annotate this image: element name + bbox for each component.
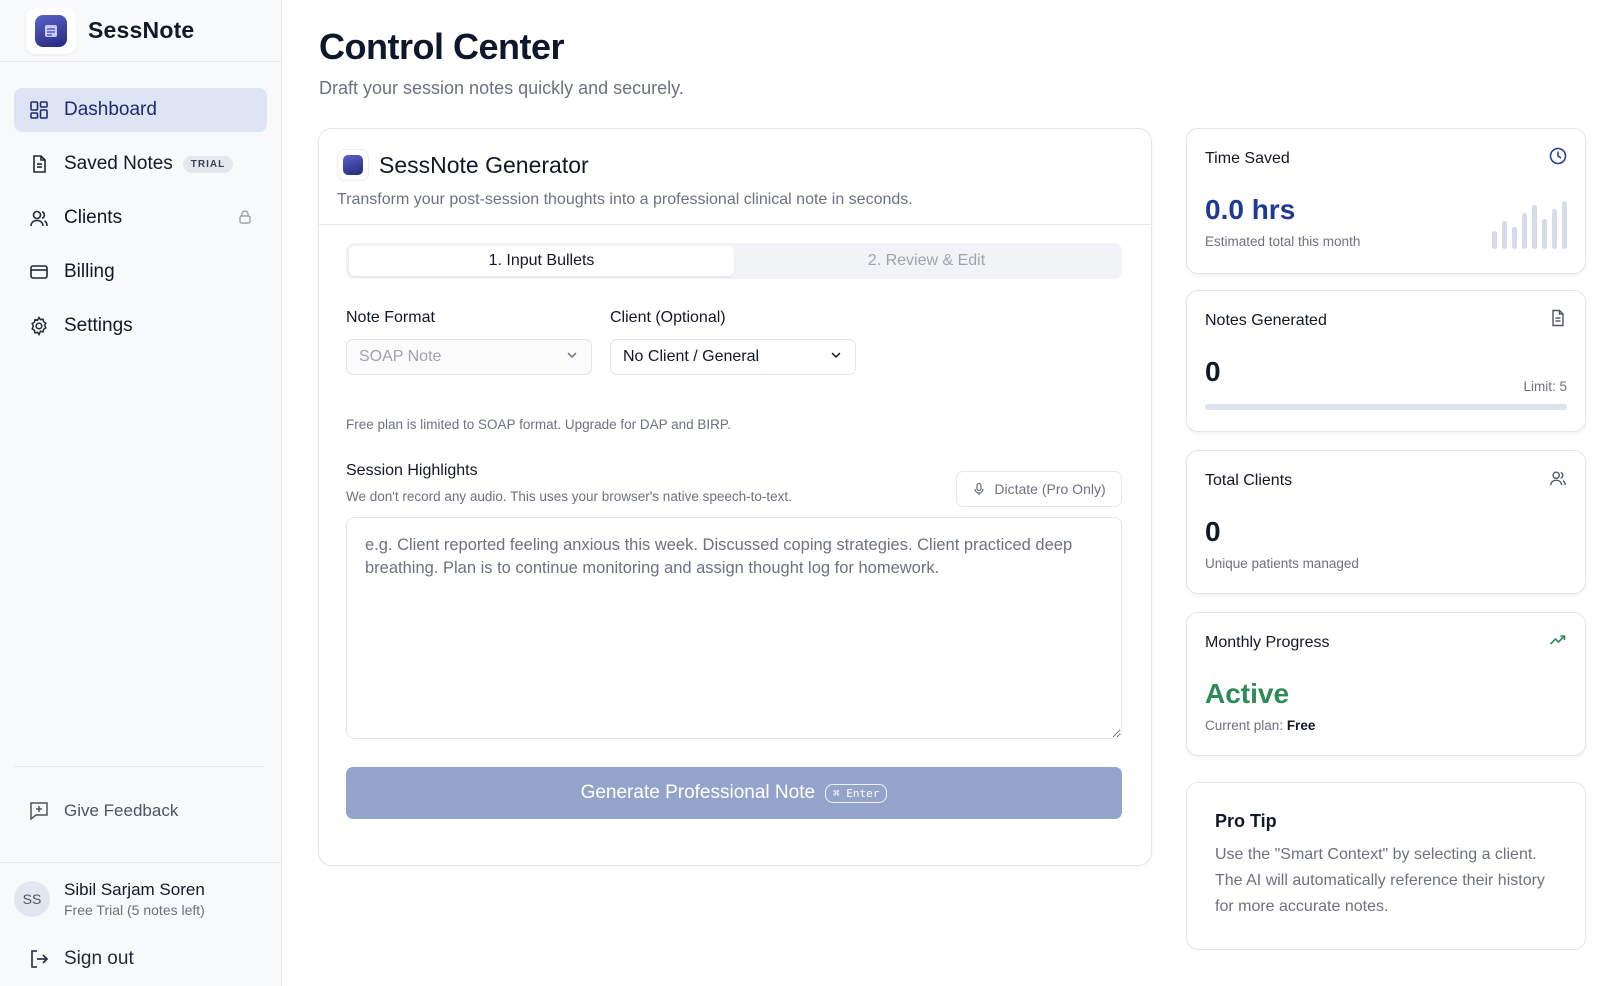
document-icon [1549, 309, 1567, 332]
note-format-value: SOAP Note [359, 348, 442, 365]
brand[interactable]: SessNote [0, 0, 281, 62]
trending-up-icon [1549, 631, 1567, 654]
total-clients-value: 0 [1205, 516, 1221, 547]
sidebar-item-settings[interactable]: Settings [14, 304, 267, 348]
pro-tip-card: Pro Tip Use the "Smart Context" by selec… [1186, 782, 1586, 950]
sidebar-item-label: Billing [64, 261, 115, 282]
monthly-progress-card: Monthly Progress Active Current plan: Fr… [1186, 612, 1586, 756]
generator-logo-icon [337, 149, 369, 181]
gear-icon [28, 315, 50, 337]
user-profile[interactable]: SS Sibil Sarjam Soren Free Trial (5 note… [14, 880, 205, 918]
sign-out-label: Sign out [64, 948, 134, 969]
notes-generated-title: Notes Generated [1205, 311, 1327, 329]
generate-label: Generate Professional Note [580, 782, 816, 803]
plan-prefix: Current plan: [1205, 718, 1284, 733]
sidebar-item-label: Settings [64, 315, 133, 336]
note-format-label: Note Format [346, 309, 435, 326]
generate-note-button[interactable]: Generate Professional Note ⌘ Enter [346, 767, 1122, 819]
user-plan: Free Trial (5 notes left) [64, 902, 205, 918]
sidebar-item-label: Clients [64, 207, 123, 228]
user-name: Sibil Sarjam Soren [64, 880, 205, 899]
session-highlights-hint: We don't record any audio. This uses you… [346, 489, 792, 504]
lock-icon [237, 209, 253, 230]
monthly-progress-title: Monthly Progress [1205, 633, 1330, 651]
app-logo-icon [26, 7, 76, 54]
note-format-select[interactable]: SOAP Note [346, 339, 592, 375]
sidebar-item-clients[interactable]: Clients [14, 196, 267, 240]
feedback-label: Give Feedback [64, 801, 179, 820]
notes-progress-bar [1205, 404, 1567, 410]
sidebar: SessNote Dashboard Saved Notes TRIAL Cli… [0, 0, 282, 986]
notes-generated-card: Notes Generated 0 Limit: 5 [1186, 290, 1586, 432]
plan-name: Free [1286, 718, 1316, 733]
credit-card-icon [28, 261, 50, 283]
total-clients-sub: Unique patients managed [1205, 556, 1359, 571]
feedback-icon [28, 800, 50, 822]
monthly-progress-value: Active [1205, 678, 1290, 709]
give-feedback-button[interactable]: Give Feedback [28, 800, 178, 822]
generator-card: SessNote Generator Transform your post-s… [318, 128, 1152, 866]
sidebar-item-label: Dashboard [64, 99, 157, 120]
client-select[interactable]: No Client / General [610, 339, 856, 375]
tab-review-edit[interactable]: 2. Review & Edit [734, 246, 1119, 276]
session-highlights-input[interactable] [346, 517, 1122, 739]
notes-generated-value: 0 [1205, 356, 1221, 387]
sign-out-icon [28, 948, 50, 970]
chevron-down-icon [829, 348, 843, 367]
users-icon [1549, 469, 1567, 492]
brand-name: SessNote [88, 17, 195, 43]
client-value: No Client / General [623, 348, 760, 365]
avatar: SS [14, 881, 50, 917]
trial-badge: TRIAL [182, 155, 234, 173]
step-tabs: 1. Input Bullets 2. Review & Edit [346, 243, 1122, 279]
total-clients-card: Total Clients 0 Unique patients managed [1186, 450, 1586, 594]
dictate-button[interactable]: Dictate (Pro Only) [956, 471, 1122, 507]
microphone-icon [974, 482, 985, 495]
sidebar-item-label: Saved Notes [64, 153, 173, 174]
page-title: Control Center [319, 26, 565, 67]
monthly-progress-sub: Current plan: Free [1205, 718, 1567, 733]
total-clients-title: Total Clients [1205, 471, 1293, 489]
user-divider [0, 862, 281, 863]
sign-out-button[interactable]: Sign out [28, 948, 134, 970]
pro-tip-title: Pro Tip [1215, 811, 1277, 831]
generator-description: Transform your post-session thoughts int… [337, 191, 913, 208]
users-icon [28, 207, 50, 229]
sidebar-item-dashboard[interactable]: Dashboard [14, 88, 267, 132]
pro-tip-text: Use the "Smart Context" by selecting a c… [1215, 846, 1545, 915]
sidebar-item-billing[interactable]: Billing [14, 250, 267, 294]
page-subtitle: Draft your session notes quickly and sec… [319, 78, 684, 98]
tab-input-bullets[interactable]: 1. Input Bullets [349, 246, 734, 276]
session-highlights-label: Session Highlights [346, 462, 478, 479]
time-saved-card: Time Saved 0.0 hrs Estimated total this … [1186, 128, 1586, 274]
document-icon [28, 153, 50, 175]
bar-chart-icon [1487, 201, 1567, 249]
format-hint: Free plan is limited to SOAP format. Upg… [346, 417, 731, 432]
time-saved-title: Time Saved [1205, 149, 1290, 167]
dictate-label: Dictate (Pro Only) [994, 481, 1106, 497]
sidebar-item-saved-notes[interactable]: Saved Notes TRIAL [14, 142, 267, 186]
client-label: Client (Optional) [610, 309, 726, 326]
clock-icon [1549, 147, 1567, 170]
dashboard-icon [28, 99, 50, 121]
chevron-down-icon [565, 348, 579, 367]
notes-limit: Limit: 5 [1523, 379, 1567, 394]
sidebar-nav: Dashboard Saved Notes TRIAL Clients Bill… [0, 62, 281, 348]
sidebar-divider [14, 766, 263, 767]
keyboard-shortcut: ⌘ Enter [825, 783, 888, 803]
generator-title: SessNote Generator [379, 151, 589, 178]
